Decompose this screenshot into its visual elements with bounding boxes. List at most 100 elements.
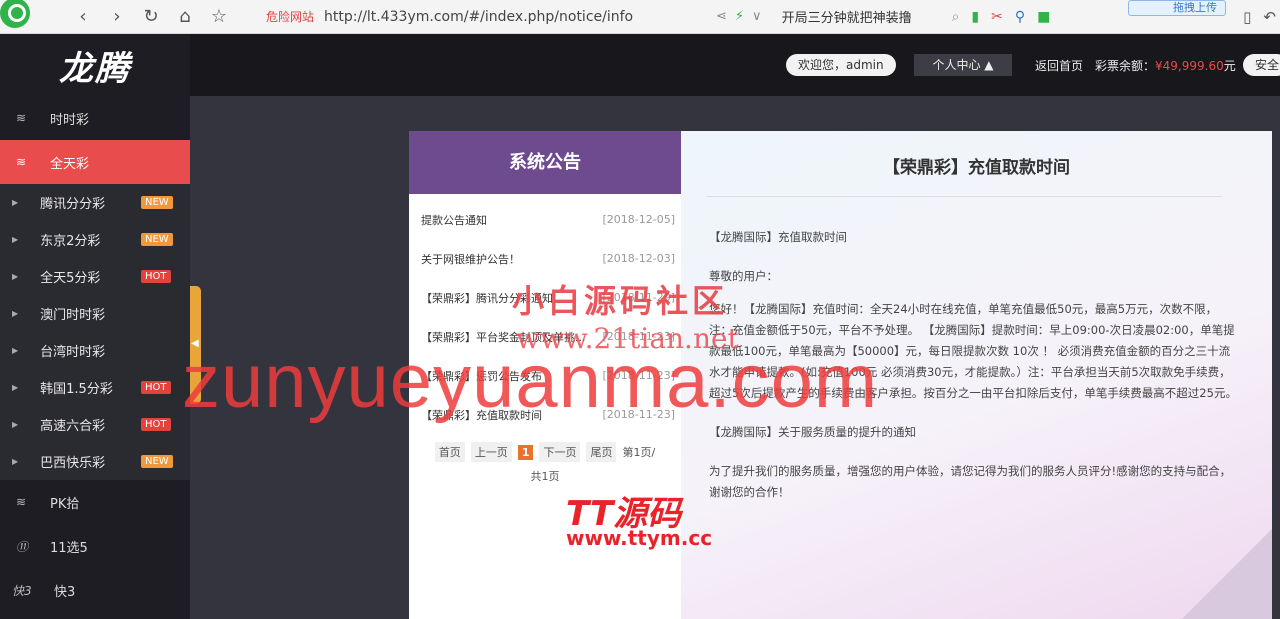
magnifier-icon[interactable]: ⚲ — [1015, 9, 1025, 25]
watermark-text: www.ttym.cc — [566, 526, 713, 550]
sidebar-sub-item[interactable]: ▶ 台湾时时彩 — [0, 332, 190, 369]
page-total: 共1页 — [530, 470, 560, 483]
window-icons: ▯ ↶ — [1243, 8, 1276, 26]
sidebar-sub-item[interactable]: ▶ 韩国1.5分彩 HOT — [0, 369, 190, 406]
browser-logo-icon[interactable] — [0, 0, 30, 28]
new-badge: NEW — [141, 233, 173, 246]
last-page-button[interactable]: 尾页 — [586, 442, 617, 462]
address-tools: ⋖ ⚡ ∨ — [716, 9, 762, 24]
lightning-icon[interactable]: ⚡ — [735, 9, 744, 24]
sidebar-item-label: 快3 — [54, 584, 76, 600]
chevron-right-icon: ▶ — [12, 272, 19, 281]
sidebar-item-11x5[interactable]: ⑪ 11选5 — [0, 524, 190, 568]
article-paragraph: 【龙腾国际】充值取款时间 — [709, 230, 847, 244]
undo-icon[interactable]: ↶ — [1263, 8, 1276, 26]
new-badge: NEW — [141, 196, 173, 209]
lottery-11x5-icon: ⑪ — [16, 539, 29, 554]
url-text[interactable]: http://lt.433ym.com/#/index.php/notice/i… — [324, 9, 633, 25]
balance-label: 彩票余额： — [1095, 59, 1156, 73]
notice-date: [2018-12-05] — [602, 213, 675, 226]
notice-title[interactable]: 关于网银维护公告！ — [421, 251, 601, 267]
sub-item-label: 腾讯分分彩 — [40, 197, 106, 212]
back-icon[interactable]: ‹ — [66, 6, 100, 27]
forward-icon[interactable]: › — [100, 6, 134, 27]
sub-item-label: 全天5分彩 — [40, 271, 101, 286]
home-icon[interactable]: ⌂ — [168, 6, 202, 27]
sidebar-sub-item[interactable]: ▶ 腾讯分分彩 NEW — [0, 184, 190, 221]
notice-panel-title: 系统公告 — [409, 131, 681, 194]
sidebar-sub-item[interactable]: ▶ 高速六合彩 HOT — [0, 406, 190, 443]
drag-upload-button[interactable]: 拖拽上传 — [1128, 0, 1226, 16]
chevron-down-icon[interactable]: ∨ — [752, 9, 762, 24]
sidebar-item-k3[interactable]: 快3 快3 — [0, 568, 190, 612]
chevron-right-icon: ▶ — [12, 346, 19, 355]
list-item[interactable]: 关于网银维护公告！ [2018-12-03] — [409, 239, 681, 278]
lottery-icon: ≋ — [16, 155, 27, 169]
balance-unit: 元 — [1223, 59, 1236, 73]
star-icon[interactable]: ☆ — [202, 6, 236, 27]
personal-center-button[interactable]: 个人中心 ▲ — [914, 54, 1012, 76]
extension-green-icon[interactable]: ▮ — [971, 9, 979, 25]
sidebar-sub-item[interactable]: ▶ 全天5分彩 HOT — [0, 258, 190, 295]
first-page-button[interactable]: 首页 — [434, 442, 465, 462]
chevron-right-icon: ▶ — [12, 235, 19, 244]
chevron-right-icon: ▶ — [12, 420, 19, 429]
sub-item-label: 澳门时时彩 — [40, 308, 106, 323]
sidebar-item-pk10[interactable]: ≋ PK拾 — [0, 480, 190, 524]
watermark-text: zunyueyuanma.com — [182, 339, 879, 424]
article-paragraph: 【龙腾国际】关于服务质量的提升的通知 — [709, 425, 916, 439]
site-header: 欢迎您，admin 个人中心 ▲ 返回首页 彩票余额：¥49,999.60元 安… — [190, 34, 1280, 96]
game-icon[interactable]: ■ — [1037, 9, 1050, 25]
page-curl-decoration — [1182, 529, 1272, 619]
sidebar-item-qtc[interactable]: ≋ 全天彩 — [0, 140, 190, 184]
sub-item-label: 台湾时时彩 — [40, 345, 106, 360]
welcome-badge: 欢迎您，admin — [786, 54, 896, 76]
sidebar-sub-item[interactable]: ▶ 东京2分彩 NEW — [0, 221, 190, 258]
hot-badge: HOT — [141, 418, 171, 431]
search-input[interactable]: 开局三分钟就把神装撸 — [782, 7, 942, 26]
sub-item-label: 韩国1.5分彩 — [40, 382, 113, 397]
pagination: 首页 上一页 1 下一页 尾页 第1页/ — [409, 442, 681, 462]
watermark-text: 小白源码社区 — [512, 282, 729, 320]
article-paragraph: 为了提升我们的服务质量，增强您的用户体验，请您记得为我们的服务人员评分!感谢您的… — [709, 464, 1232, 499]
sidebar-item-label: 全天彩 — [50, 156, 90, 172]
sidebar-item-label: PK拾 — [50, 496, 80, 512]
sidebar-item-label: 11选5 — [50, 540, 88, 556]
divider — [707, 196, 1222, 197]
browser-toolbar: ‹ › ↻ ⌂ ☆ 危险网站 http://lt.433ym.com/#/ind… — [0, 0, 1280, 34]
notice-title[interactable]: 提款公告通知 — [421, 212, 601, 228]
extension-icons: ⌕ ▮ ✂ ⚲ ■ — [952, 9, 1051, 25]
chevron-right-icon: ▶ — [12, 383, 19, 392]
balance-amount: ¥49,999.60 — [1155, 59, 1224, 73]
chevron-right-icon: ▶ — [12, 457, 19, 466]
notice-date: [2018-12-03] — [602, 252, 675, 265]
sidebar-sub-item[interactable]: ▶ 澳门时时彩 — [0, 295, 190, 332]
new-badge: NEW — [141, 455, 173, 468]
next-page-button[interactable]: 下一页 — [539, 442, 581, 462]
sub-item-label: 巴西快乐彩 — [40, 456, 106, 471]
balance-display: 彩票余额：¥49,999.60元 — [1095, 57, 1236, 74]
refresh-icon[interactable]: ↻ — [134, 6, 168, 27]
home-link[interactable]: 返回首页 — [1035, 57, 1083, 74]
sidebar-item-ssc[interactable]: ≋ 时时彩 — [0, 96, 190, 140]
brand-logo[interactable]: 龙腾 — [0, 34, 190, 96]
hot-badge: HOT — [141, 270, 171, 283]
chevron-right-icon: ▶ — [12, 309, 19, 318]
lottery-icon: ≋ — [16, 111, 27, 125]
article-paragraph: 尊敬的用户： — [709, 269, 778, 283]
list-item[interactable]: 提款公告通知 [2018-12-05] — [409, 200, 681, 239]
scissors-icon[interactable]: ✂ — [991, 9, 1003, 25]
sidebar-sub-item[interactable]: ▶ 巴西快乐彩 NEW — [0, 443, 190, 480]
prev-page-button[interactable]: 上一页 — [470, 442, 512, 462]
article-title: 【荣鼎彩】充值取款时间 — [883, 158, 1070, 178]
search-icon[interactable]: ⌕ — [952, 9, 960, 25]
sidebar-item-label: 时时彩 — [50, 112, 90, 128]
address-bar[interactable]: 危险网站 http://lt.433ym.com/#/index.php/not… — [266, 8, 696, 25]
secure-exit-button[interactable]: 安全 — [1243, 54, 1280, 76]
phone-icon[interactable]: ▯ — [1243, 8, 1251, 26]
sub-item-label: 东京2分彩 — [40, 234, 101, 249]
share-icon[interactable]: ⋖ — [716, 9, 727, 24]
current-page[interactable]: 1 — [517, 444, 534, 460]
k3-icon: 快3 — [12, 583, 32, 598]
danger-label: 危险网站 — [266, 10, 315, 24]
